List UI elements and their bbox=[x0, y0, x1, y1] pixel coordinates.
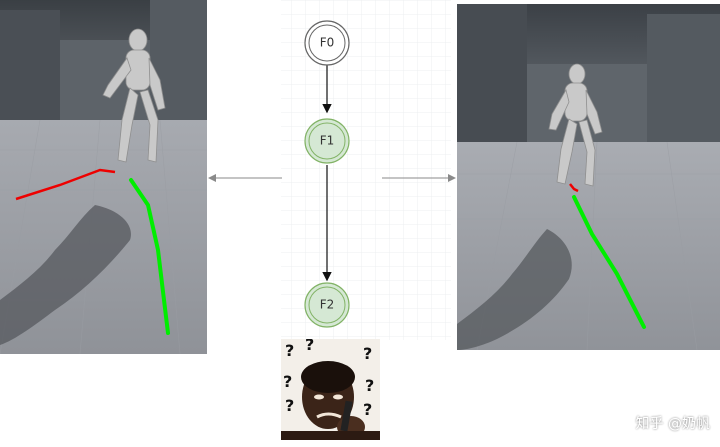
node-f0: F0 bbox=[304, 20, 350, 66]
node-f2: F2 bbox=[304, 282, 350, 328]
question-mark-icon: ? bbox=[363, 400, 372, 419]
right-game-viewport bbox=[457, 4, 720, 350]
node-f2-label: F2 bbox=[320, 298, 335, 312]
node-f0-label: F0 bbox=[320, 36, 335, 50]
right-scene bbox=[457, 4, 720, 350]
watermark-text: 知乎 @奶帆 bbox=[635, 416, 710, 432]
question-mark-icon: ? bbox=[305, 339, 314, 354]
node-f1-label: F1 bbox=[320, 134, 335, 148]
question-mark-icon: ? bbox=[285, 341, 294, 360]
node-f1: F1 bbox=[304, 118, 350, 164]
left-scene bbox=[0, 0, 207, 354]
question-mark-icon: ? bbox=[283, 372, 292, 391]
question-mark-icon: ? bbox=[365, 376, 374, 395]
meme-illustration: ? ? ? ? ? ? ? bbox=[281, 339, 380, 440]
left-game-viewport bbox=[0, 0, 207, 354]
question-mark-icon: ? bbox=[285, 396, 294, 415]
question-mark-icon: ? bbox=[363, 344, 372, 363]
confused-meme-image: ? ? ? ? ? ? ? bbox=[281, 339, 380, 440]
